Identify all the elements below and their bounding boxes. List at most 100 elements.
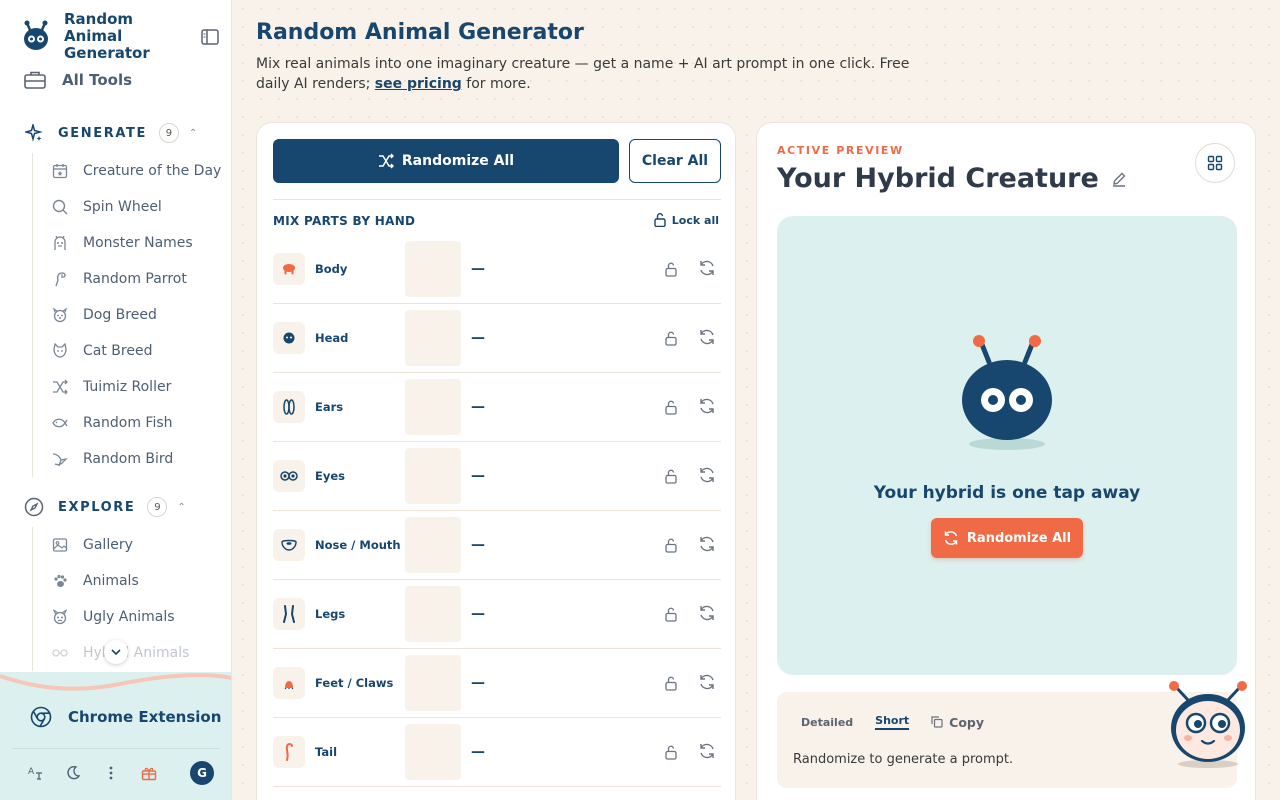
part-name: Tail bbox=[315, 745, 338, 759]
part-row-head: Head — bbox=[273, 304, 721, 373]
section-generate[interactable]: GENERATE 9 ⌃ bbox=[24, 121, 214, 145]
sidebar-item-random-bird[interactable]: Random Bird bbox=[33, 441, 227, 477]
sidebar-item-ugly-animals[interactable]: Ugly Animals bbox=[33, 599, 227, 635]
part-value: — bbox=[471, 606, 485, 622]
body-icon bbox=[273, 253, 305, 285]
unlock-icon[interactable] bbox=[661, 604, 681, 624]
part-thumbnail[interactable] bbox=[405, 724, 461, 780]
reroll-icon[interactable] bbox=[697, 396, 717, 416]
sidebar-item-monster-names[interactable]: Monster Names bbox=[33, 225, 227, 261]
reroll-icon[interactable] bbox=[697, 534, 717, 554]
translate-icon[interactable]: A bbox=[22, 760, 48, 786]
unlock-icon[interactable] bbox=[661, 328, 681, 348]
reroll-icon[interactable] bbox=[697, 258, 717, 278]
sidebar-item-creature-of-the-day[interactable]: Creature of the Day bbox=[33, 153, 227, 189]
part-name: Head bbox=[315, 331, 349, 345]
part-thumbnail[interactable] bbox=[405, 586, 461, 642]
helper-mascot-icon[interactable] bbox=[1166, 678, 1250, 770]
lock-all-label: Lock all bbox=[671, 213, 719, 227]
gallery-grid-button[interactable] bbox=[1195, 143, 1235, 183]
reroll-icon[interactable] bbox=[697, 465, 717, 485]
reroll-icon[interactable] bbox=[697, 741, 717, 761]
copy-label: Copy bbox=[949, 714, 985, 730]
description-text-end: for more. bbox=[461, 76, 531, 92]
shuffle-icon bbox=[51, 378, 69, 396]
sidebar-item-spin-wheel[interactable]: Spin Wheel bbox=[33, 189, 227, 225]
moon-icon[interactable] bbox=[60, 760, 86, 786]
chevron-up-icon: ⌃ bbox=[177, 501, 186, 513]
sidebar-item-label: Hybrid Animals bbox=[83, 645, 190, 661]
sidebar-footer: A G bbox=[22, 760, 214, 786]
part-value: — bbox=[471, 399, 485, 415]
part-thumbnail[interactable] bbox=[405, 310, 461, 366]
clear-all-button[interactable]: Clear All bbox=[629, 139, 721, 183]
toolbox-icon bbox=[24, 71, 46, 89]
sidebar-item-animals[interactable]: Animals bbox=[33, 563, 227, 599]
prompt-text: Randomize to generate a prompt. bbox=[793, 752, 1014, 767]
reroll-icon[interactable] bbox=[697, 603, 717, 623]
unlock-icon[interactable] bbox=[661, 466, 681, 486]
part-row-tail: Tail — bbox=[273, 718, 721, 787]
cat-icon bbox=[51, 342, 69, 360]
unlock-icon[interactable] bbox=[661, 259, 681, 279]
creature-title-text: Your Hybrid Creature bbox=[777, 163, 1099, 194]
part-thumbnail[interactable] bbox=[405, 241, 461, 297]
brand-logo-icon bbox=[24, 20, 48, 50]
sidebar-item-tuimiz-roller[interactable]: Tuimiz Roller bbox=[33, 369, 227, 405]
reroll-icon[interactable] bbox=[697, 672, 717, 692]
part-thumbnail[interactable] bbox=[405, 448, 461, 504]
part-value: — bbox=[471, 468, 485, 484]
part-value: — bbox=[471, 744, 485, 760]
chrome-extension-link[interactable]: Chrome Extension bbox=[30, 706, 221, 728]
user-avatar[interactable]: G bbox=[190, 761, 214, 785]
lock-all-button[interactable]: Lock all bbox=[654, 213, 719, 227]
section-explore-count: 9 bbox=[147, 497, 168, 517]
reroll-icon[interactable] bbox=[697, 327, 717, 347]
randomize-all-button[interactable]: Randomize All bbox=[273, 139, 619, 183]
sidebar-item-random-parrot[interactable]: Random Parrot bbox=[33, 261, 227, 297]
more-vertical-icon[interactable] bbox=[98, 760, 124, 786]
all-tools-link[interactable]: All Tools bbox=[24, 70, 132, 90]
sidebar-item-random-fish[interactable]: Random Fish bbox=[33, 405, 227, 441]
sidebar-item-hybrid-animals[interactable]: Hybrid Animals bbox=[33, 635, 227, 671]
sidebar-item-label: Spin Wheel bbox=[83, 199, 162, 215]
collapse-sidebar-icon[interactable] bbox=[199, 26, 221, 48]
part-name: Legs bbox=[315, 607, 346, 621]
sidebar-item-gallery[interactable]: Gallery bbox=[33, 527, 227, 563]
part-name: Ears bbox=[315, 400, 344, 414]
edit-pencil-icon[interactable] bbox=[1111, 163, 1127, 194]
part-value: — bbox=[471, 261, 485, 277]
part-thumbnail[interactable] bbox=[405, 517, 461, 573]
unlock-icon[interactable] bbox=[661, 742, 681, 762]
brand[interactable]: Random Animal Generator bbox=[22, 10, 227, 61]
pricing-link[interactable]: see pricing bbox=[375, 76, 462, 92]
divider bbox=[273, 199, 721, 200]
part-thumbnail[interactable] bbox=[405, 379, 461, 435]
explore-nav-list: Gallery Animals Ugly Animals Hybrid Animals bbox=[32, 527, 227, 671]
unlock-icon[interactable] bbox=[661, 535, 681, 555]
prompt-tabs: Detailed Short Copy bbox=[801, 714, 984, 730]
page-title: Random Animal Generator bbox=[256, 20, 584, 45]
copy-button[interactable]: Copy bbox=[931, 715, 984, 730]
tab-detailed[interactable]: Detailed bbox=[801, 716, 853, 729]
part-thumbnail[interactable] bbox=[405, 655, 461, 711]
creature-title: Your Hybrid Creature bbox=[777, 163, 1127, 194]
legs-icon bbox=[273, 598, 305, 630]
part-row-legs: Legs — bbox=[273, 580, 721, 649]
sidebar-item-label: Monster Names bbox=[83, 235, 193, 251]
sidebar-item-dog-breed[interactable]: Dog Breed bbox=[33, 297, 227, 333]
mix-parts-heading: MIX PARTS BY HAND bbox=[273, 214, 416, 228]
part-row-eyes: Eyes — bbox=[273, 442, 721, 511]
sidebar-item-cat-breed[interactable]: Cat Breed bbox=[33, 333, 227, 369]
tab-short[interactable]: Short bbox=[875, 714, 910, 730]
unlock-icon[interactable] bbox=[661, 397, 681, 417]
scroll-down-button[interactable] bbox=[104, 640, 128, 664]
gift-icon[interactable] bbox=[136, 760, 162, 786]
part-name: Feet / Claws bbox=[315, 676, 394, 690]
randomize-all-label: Randomize All bbox=[401, 153, 515, 169]
parrot-icon bbox=[51, 270, 69, 288]
section-explore[interactable]: EXPLORE 9 ⌃ bbox=[24, 495, 214, 519]
preview-randomize-button[interactable]: Randomize All bbox=[931, 518, 1083, 558]
fish-icon bbox=[51, 414, 69, 432]
unlock-icon[interactable] bbox=[661, 673, 681, 693]
